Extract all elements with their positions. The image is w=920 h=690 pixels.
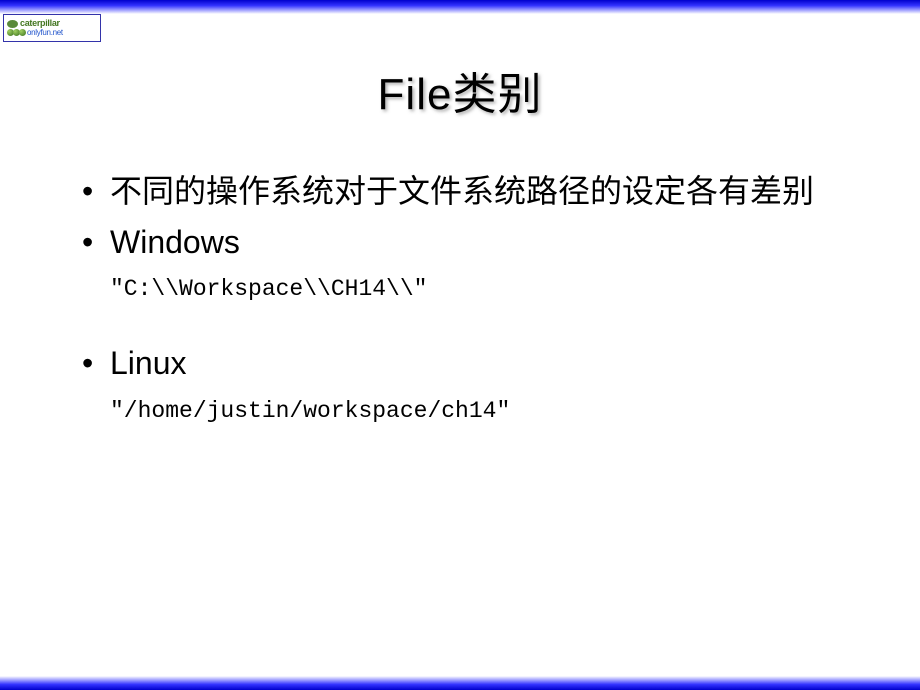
top-gradient-bar [0, 0, 920, 14]
code-linux-path: "/home/justin/workspace/ch14" [82, 398, 870, 424]
bottom-gradient-bar [0, 676, 920, 690]
bullet-item-linux: Linux [82, 342, 870, 385]
bullet-item-windows: Windows [82, 221, 870, 264]
caterpillar-icon [7, 20, 18, 28]
code-windows-path: "C:\\Workspace\\CH14\\" [82, 276, 870, 302]
logo-badge: caterpillar onlyfun.net [3, 14, 101, 42]
logo-sub-text: onlyfun.net [27, 29, 63, 38]
slide-title: File类别 [0, 58, 920, 122]
logo-bottom-row: onlyfun.net [7, 29, 97, 38]
slide-content: 不同的操作系统对于文件系统路径的设定各有差别 Windows "C:\\Work… [0, 122, 920, 424]
bullet-item-intro: 不同的操作系统对于文件系统路径的设定各有差别 [82, 170, 870, 213]
logo-balls-icon [7, 29, 25, 36]
